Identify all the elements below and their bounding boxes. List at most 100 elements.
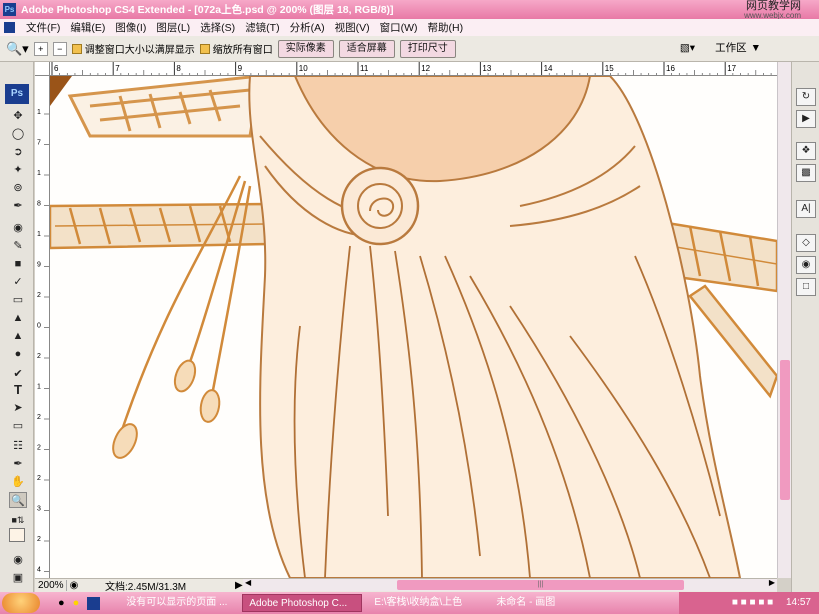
menu-bar: 文件(F) 编辑(E) 图像(I) 图层(L) 选择(S) 滤镜(T) 分析(A… (0, 19, 819, 36)
taskbar-item[interactable]: 没有可以显示的页面 ... (120, 594, 236, 612)
fit-screen-button[interactable]: 适合屏幕 (338, 39, 395, 58)
watermark: 网页教学网 www.webjx.com (744, 1, 801, 21)
horizontal-scroll-thumb[interactable]: ||| (397, 580, 684, 590)
blur-tool-icon[interactable]: ▲ (9, 328, 27, 344)
brush-tool-icon[interactable]: ✎ (9, 238, 27, 254)
marquee-tool-icon[interactable]: ◯ (9, 126, 27, 142)
tools-panel: Ps ✥ ◯ ➲ ✦ ⊚ ✒ ◉ ✎ ■ ✓ ▭ ▲ ▲ ● ✔ T ➤ ▭ ☷… (0, 62, 34, 592)
history-panel-icon[interactable]: ↻ (796, 88, 816, 106)
ruler-tick-label: 2 (37, 353, 41, 360)
menu-help[interactable]: 帮助(H) (423, 20, 469, 35)
vertical-ruler-ticks: 1 7 1 8 1 9 2 0 2 1 2 2 2 3 2 4 (37, 109, 49, 574)
eraser-tool-icon[interactable]: ▭ (9, 292, 27, 308)
menu-window[interactable]: 窗口(W) (375, 20, 423, 35)
menu-image[interactable]: 图像(I) (110, 20, 151, 35)
ruler-tick-label: 1 (37, 170, 41, 177)
path-select-icon[interactable]: ➤ (9, 400, 27, 416)
zoom-level[interactable]: 200% (35, 580, 67, 591)
ruler-tick-label: 16 (666, 64, 675, 73)
screen-mode-icon[interactable]: ▧▾ (680, 42, 695, 54)
lasso-tool-icon[interactable]: ➲ (9, 144, 27, 160)
menu-select[interactable]: 选择(S) (195, 20, 240, 35)
zoom-tool-icon[interactable]: 🔍 (9, 492, 27, 508)
zoom-all-windows-checkbox[interactable]: 缩放所有窗口 (199, 41, 273, 56)
ruler-tick-label: 7 (115, 64, 120, 73)
move-tool-icon[interactable]: ✥ (9, 108, 27, 124)
ruler-tick-label: 4 (37, 567, 41, 574)
history-brush-icon[interactable]: ✓ (9, 274, 27, 290)
system-tray: ■ ■ ■ ■ ■ 14:57 (679, 592, 819, 614)
vertical-scrollbar[interactable] (777, 62, 791, 578)
ruler-tick-label: 3 (37, 506, 41, 513)
tray-icons[interactable]: ■ ■ ■ ■ ■ (732, 597, 773, 608)
clone-stamp-icon[interactable]: ■ (9, 256, 27, 272)
quicklaunch-ps-icon[interactable] (87, 596, 101, 610)
ruler-tick-label: 2 (37, 536, 41, 543)
pen-tool-icon[interactable]: ✔ (9, 366, 27, 382)
quick-mask-icon[interactable]: ◉ (9, 552, 27, 568)
document-canvas[interactable] (50, 76, 777, 578)
watermark-line1: 网页教学网 (746, 0, 801, 12)
scroll-left-arrow-icon[interactable]: ◀ (245, 578, 251, 587)
dodge-tool-icon[interactable]: ● (9, 346, 27, 362)
zoom-out-icon[interactable]: − (52, 41, 67, 56)
scroll-right-arrow-icon[interactable]: ▶ (769, 578, 775, 587)
actions-panel-icon[interactable]: ▶ (796, 110, 816, 128)
ruler-tick-label: 2 (37, 445, 41, 452)
ruler-tick-label: 13 (482, 64, 491, 73)
swap-colors-icon[interactable]: ■⇅ (9, 512, 27, 528)
taskbar-item[interactable]: E:\客栈\收纳盒\上色 (368, 594, 484, 612)
healing-brush-icon[interactable]: ◉ (9, 220, 27, 236)
resize-windows-checkbox[interactable]: 调整窗口大小以满屏显示 (71, 41, 195, 56)
paths-panel-icon[interactable]: □ (796, 278, 816, 296)
start-button[interactable] (2, 593, 40, 613)
channels-panel-icon[interactable]: ◉ (796, 256, 816, 274)
foreground-color-swatch[interactable] (9, 528, 25, 542)
quicklaunch-icon[interactable]: ● (73, 597, 80, 609)
document-menu-icon[interactable] (4, 22, 15, 33)
taskbar-item-active[interactable]: Adobe Photoshop C... (242, 594, 363, 612)
screen-mode-icon[interactable]: ▣ (9, 570, 27, 586)
checkbox-icon (199, 43, 210, 54)
ruler-tick-label: 9 (37, 262, 41, 269)
menu-layer[interactable]: 图层(L) (151, 20, 195, 35)
status-info-icon[interactable]: ◉ (67, 580, 81, 591)
layers-panel-icon[interactable]: ◇ (796, 234, 816, 252)
photoshop-app-icon: Ps (3, 3, 16, 16)
character-panel-icon[interactable]: A| (796, 200, 816, 218)
quicklaunch-icon[interactable]: ● (58, 597, 65, 609)
shape-tool-icon[interactable]: ▭ (9, 418, 27, 434)
menu-edit[interactable]: 编辑(E) (65, 20, 110, 35)
menu-filter[interactable]: 滤镜(T) (240, 20, 284, 35)
magic-wand-icon[interactable]: ✦ (9, 162, 27, 178)
workspace-switcher[interactable]: ▧▾ 工作区 ▼ (680, 40, 761, 55)
vertical-scroll-thumb[interactable] (780, 360, 790, 500)
ruler-origin[interactable] (35, 62, 50, 76)
type-tool-icon[interactable]: T (9, 382, 27, 398)
ruler-tick-label: 8 (37, 201, 41, 208)
menu-analysis[interactable]: 分析(A) (285, 20, 330, 35)
ruler-tick-label: 2 (37, 475, 41, 482)
paint-bucket-icon[interactable]: ▲ (9, 310, 27, 326)
eyedropper-icon[interactable]: ✒ (9, 456, 27, 472)
print-size-button[interactable]: 打印尺寸 (399, 39, 456, 58)
status-menu-arrow-icon[interactable]: ▶ (235, 580, 243, 591)
clone-source-icon[interactable]: ▩ (796, 164, 816, 182)
taskbar-item[interactable]: 未命名 - 画图 (490, 594, 590, 612)
actual-pixels-button[interactable]: 实际像素 (277, 39, 334, 58)
chevron-down-icon: ▼ (750, 41, 761, 54)
ruler-tick-label: 10 (299, 64, 308, 73)
menu-view[interactable]: 视图(V) (330, 20, 375, 35)
eyedropper-tool-icon[interactable]: ✒ (9, 198, 27, 214)
clock: 14:57 (785, 597, 811, 608)
notes-tool-icon[interactable]: ☷ (9, 438, 27, 454)
brushes-panel-icon[interactable]: ❖ (796, 142, 816, 160)
panel-dock: ↻ ▶ ❖ ▩ A| ◇ ◉ □ (791, 62, 819, 592)
horizontal-scrollbar[interactable]: ◀ ||| ▶ (243, 578, 777, 591)
crop-tool-icon[interactable]: ⊚ (9, 180, 27, 196)
artwork-illustration (50, 76, 777, 578)
menu-file[interactable]: 文件(F) (21, 20, 65, 35)
zoom-in-icon[interactable]: + (33, 41, 48, 56)
hand-tool-icon[interactable]: ✋ (9, 474, 27, 490)
zoom-tool-icon[interactable]: 🔍▾ (6, 41, 29, 57)
